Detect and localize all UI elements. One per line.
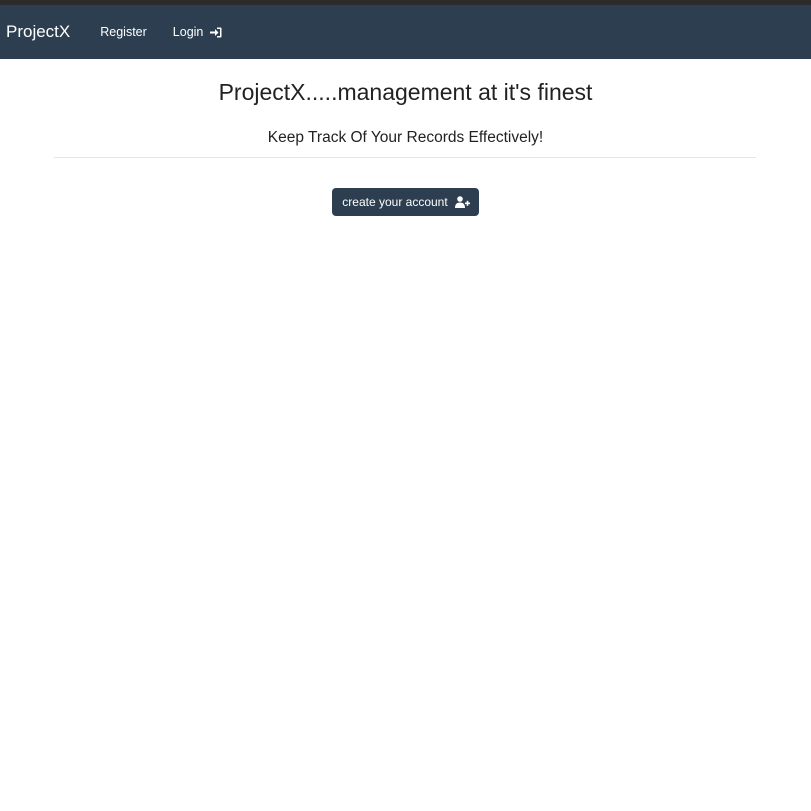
brand-link[interactable]: ProjectX xyxy=(6,22,70,42)
create-account-label: create your account xyxy=(342,195,448,209)
navbar: ProjectX Register Login xyxy=(0,5,811,59)
login-label: Login xyxy=(172,25,204,39)
register-label: Register xyxy=(100,25,147,39)
main-content: ProjectX.....management at it's finest K… xyxy=(0,79,811,216)
login-link[interactable]: Login xyxy=(173,25,223,39)
register-link[interactable]: Register xyxy=(100,25,147,39)
user-plus-icon xyxy=(454,196,470,208)
page-subtitle: Keep Track Of Your Records Effectively! xyxy=(267,129,544,146)
divider xyxy=(54,157,756,158)
create-account-button[interactable]: create your account xyxy=(332,188,479,216)
sign-in-icon xyxy=(210,27,222,38)
page-title: ProjectX.....management at it's finest xyxy=(218,79,593,105)
